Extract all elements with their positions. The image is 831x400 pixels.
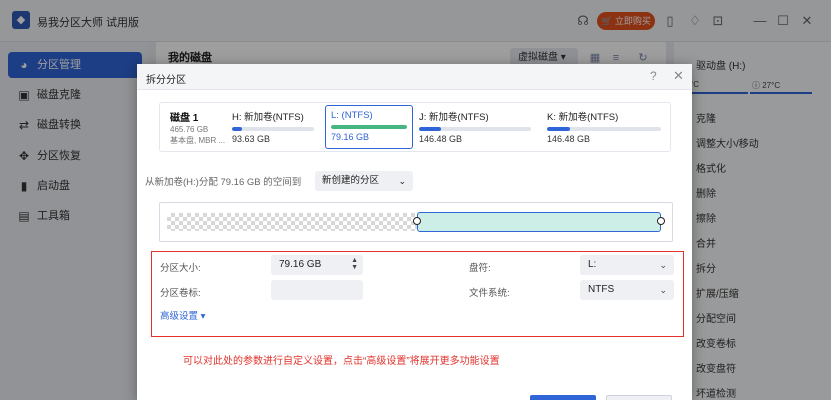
partition-usage-bar [331, 125, 407, 129]
partition-h[interactable]: H: 新加卷(NTFS) 93.63 GB [227, 105, 319, 149]
disk-map: 磁盘 1 465.76 GB 基本盘, MBR ... H: 新加卷(NTFS)… [159, 102, 671, 152]
usage-fill [547, 127, 570, 131]
caret-down-icon: ▾ [200, 311, 206, 322]
partition-settings: 分区大小: 79.16 GB ▲ ▼ 分区卷标: 盘符: L: ⌄ 文件系统: N… [151, 251, 684, 337]
split-partition-dialog: 拆分分区 ? ✕ 磁盘 1 465.76 GB 基本盘, MBR ... H: … [137, 64, 692, 400]
dialog-close-icon[interactable]: ✕ [673, 68, 684, 84]
resize-handle-left[interactable] [413, 217, 421, 225]
allocate-target-select[interactable]: 新创建的分区 ⌄ [315, 171, 413, 191]
drive-letter-select[interactable]: L: ⌄ [580, 255, 674, 275]
split-preview [159, 202, 673, 242]
allocate-text: 从新加卷(H:)分配 79.16 GB 的空间到 [145, 177, 302, 188]
volume-label-input[interactable] [271, 280, 363, 300]
chevron-down-icon: ⌄ [398, 176, 406, 186]
filesystem-select[interactable]: NTFS ⌄ [580, 280, 674, 300]
resize-handle-right[interactable] [657, 217, 665, 225]
dialog-title: 拆分分区 [146, 75, 186, 86]
annotation-note: 可以对此处的参数进行自定义设置，点击“高级设置”将展开更多功能设置 [183, 356, 500, 367]
new-partition-area[interactable] [417, 212, 661, 232]
help-icon[interactable]: ? [650, 69, 657, 83]
size-label: 分区大小: [160, 263, 201, 274]
partition-usage-bar [232, 127, 314, 131]
partition-k[interactable]: K: 新加卷(NTFS) 146.48 GB [542, 105, 666, 149]
partition-l-selected[interactable]: L: (NTFS) 79.16 GB [325, 105, 413, 149]
filesystem-label: 文件系统: [469, 288, 510, 299]
partition-usage-bar [547, 127, 661, 131]
partition-j[interactable]: J: 新加卷(NTFS) 146.48 GB [414, 105, 536, 149]
usage-fill [419, 127, 442, 131]
advanced-settings-toggle[interactable]: 高级设置 ▾ [160, 308, 205, 322]
partition-usage-bar [419, 127, 531, 131]
partition-size: 146.48 GB [419, 134, 463, 144]
partition-size: 93.63 GB [232, 134, 271, 144]
partition-size: 79.16 GB [331, 132, 370, 142]
usage-fill [331, 125, 407, 129]
cancel-button[interactable] [606, 395, 672, 400]
partition-size: 146.48 GB [547, 134, 591, 144]
usage-fill [232, 127, 242, 131]
chevron-down-icon: ⌄ [659, 260, 667, 270]
partition-name: J: 新加卷(NTFS) [419, 112, 489, 123]
partition-name: L: (NTFS) [331, 110, 373, 121]
partition-name: H: 新加卷(NTFS) [232, 112, 304, 123]
original-partition-area [167, 213, 417, 231]
stepper-icon[interactable]: ▲ ▼ [351, 257, 358, 271]
volume-label-label: 分区卷标: [160, 288, 201, 299]
ok-button[interactable] [530, 395, 596, 400]
size-input[interactable]: 79.16 GB ▲ ▼ [271, 255, 363, 275]
dialog-header: 拆分分区 ? ✕ [137, 64, 692, 90]
chevron-down-icon: ⌄ [659, 285, 667, 295]
partition-name: K: 新加卷(NTFS) [547, 112, 619, 123]
drive-letter-label: 盘符: [469, 263, 491, 274]
